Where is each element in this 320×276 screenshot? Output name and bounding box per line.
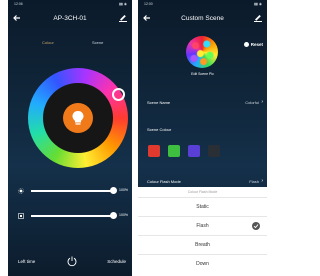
edit-icon[interactable] — [118, 12, 128, 22]
colour-swatch-3[interactable] — [188, 145, 200, 157]
tab-colour[interactable]: Colour — [42, 40, 54, 45]
lightbulb-icon — [72, 111, 84, 125]
scene-name-label: Scene Name — [147, 100, 171, 105]
status-icons: ▮▮ ◉ — [254, 2, 262, 6]
device-control-screen: 12:06 ▮▮ ◉ AP-3CH-01 Colour Scene 100% 1… — [8, 0, 132, 276]
temperature-icon — [18, 213, 24, 219]
reset-icon — [243, 42, 249, 47]
page-title: Custom Scene — [181, 15, 224, 22]
brightness-slider-track[interactable] — [31, 190, 113, 192]
colour-swatch-4[interactable] — [208, 145, 220, 157]
sheet-title: Colour Flash Mode — [187, 190, 218, 194]
flash-mode-label: Colour Flash Mode — [147, 179, 181, 184]
status-time: 12:00 — [144, 2, 153, 6]
status-icons: ▮▮ ◉ — [119, 2, 127, 6]
option-static[interactable]: Static — [138, 197, 267, 216]
temperature-slider-track[interactable] — [31, 215, 113, 217]
temperature-value: 100% — [119, 213, 128, 217]
bottom-bar: Left time Schedule — [8, 253, 132, 269]
option-flash[interactable]: Flash — [138, 216, 267, 235]
colour-wheel[interactable] — [28, 68, 128, 168]
flash-mode-value[interactable]: Flash — [249, 179, 259, 184]
option-flash-label: Flash — [196, 223, 209, 229]
edit-scene-pic-link[interactable]: Edit Scene Pic — [138, 72, 267, 76]
left-time-button[interactable]: Left time — [18, 259, 35, 264]
colour-wheel-center — [43, 83, 113, 153]
option-down[interactable]: Down — [138, 254, 267, 273]
power-icon[interactable] — [66, 255, 78, 267]
bulb-button[interactable] — [63, 103, 93, 133]
reset-label: Reset — [250, 42, 263, 47]
scene-name-value[interactable]: Colorful — [245, 100, 259, 105]
brightness-icon — [18, 188, 24, 194]
brightness-value: 100% — [119, 188, 128, 192]
schedule-button[interactable]: Schedule — [107, 259, 126, 264]
chevron-right-icon[interactable]: › — [261, 99, 263, 105]
colour-wheel-handle[interactable] — [112, 88, 125, 101]
flash-mode-sheet: Colour Flash Mode Static Flash Breath Do… — [138, 187, 267, 276]
device-title: AP-3CH-01 — [53, 15, 87, 22]
scene-colour-label: Scene Colour — [147, 127, 172, 132]
status-time: 12:06 — [14, 2, 23, 6]
temperature-slider-row: 100% — [18, 211, 128, 221]
custom-scene-screen: 12:00 ▮▮ ◉ Custom Scene Edit Scene Pic R… — [138, 0, 267, 276]
reset-button[interactable]: Reset — [243, 42, 263, 47]
option-breath[interactable]: Breath — [138, 235, 267, 254]
brightness-slider-handle[interactable] — [109, 187, 117, 194]
scene-picture[interactable] — [186, 36, 218, 68]
colour-swatch-2[interactable] — [168, 145, 180, 157]
temperature-slider-handle[interactable] — [109, 212, 117, 219]
tab-scene[interactable]: Scene — [92, 40, 103, 45]
save-icon[interactable] — [253, 12, 263, 22]
colour-swatch-1[interactable] — [148, 145, 160, 157]
check-icon — [252, 222, 260, 230]
chevron-right-icon[interactable]: › — [261, 178, 263, 184]
brightness-slider-row: 100% — [18, 186, 128, 196]
